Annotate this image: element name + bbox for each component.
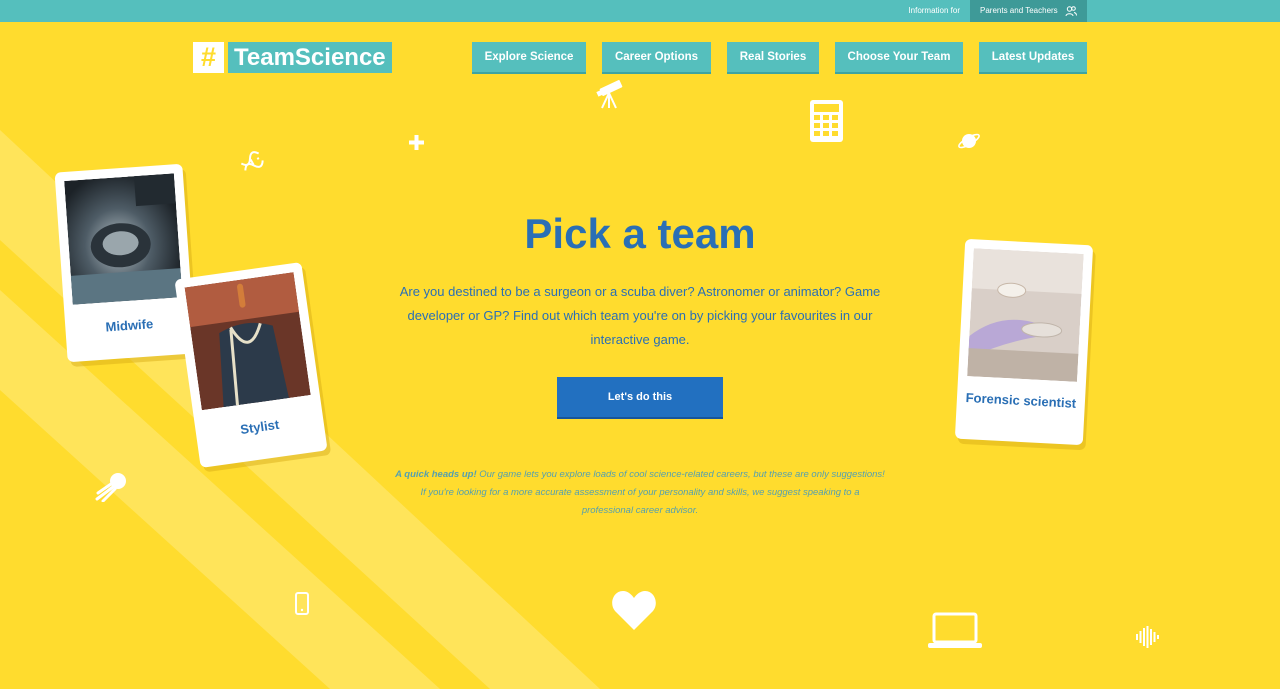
users-icon xyxy=(1065,6,1077,17)
sound-wave-icon xyxy=(1136,626,1159,648)
forensic-scientist-label: Forensic scientist xyxy=(965,390,1077,411)
nav-career-options[interactable]: Career Options xyxy=(602,42,711,74)
planet-icon xyxy=(958,133,980,149)
lets-do-this-button[interactable]: Let's do this xyxy=(557,377,723,419)
nav-choose-your-team[interactable]: Choose Your Team xyxy=(835,42,963,74)
career-card-stylist[interactable]: Stylist xyxy=(174,262,328,468)
parents-teachers-link[interactable]: Parents and Teachers xyxy=(970,0,1087,22)
laptop-icon xyxy=(928,612,982,648)
stylist-label: Stylist xyxy=(239,416,281,438)
telescope-icon xyxy=(596,80,623,109)
logo-wordmark: TeamScience xyxy=(228,42,392,73)
phone-icon xyxy=(295,592,309,615)
logo-hash: # xyxy=(193,42,224,73)
career-card-midwife[interactable]: Midwife xyxy=(54,163,196,363)
heads-up-text: Our game lets you explore loads of cool … xyxy=(420,469,885,516)
parents-teachers-label: Parents and Teachers xyxy=(980,6,1058,15)
plus-icon xyxy=(409,135,424,150)
page-title: Pick a team xyxy=(524,210,756,257)
utility-bar: Information for Parents and Teachers xyxy=(0,0,1280,22)
site-logo[interactable]: # TeamScience xyxy=(193,42,392,73)
information-for-label: Information for xyxy=(908,6,960,15)
heart-icon xyxy=(612,591,656,630)
nav-latest-updates[interactable]: Latest Updates xyxy=(979,42,1087,74)
midwife-label: Midwife xyxy=(105,316,154,335)
stylist-photo xyxy=(184,272,311,411)
nav-real-stories[interactable]: Real Stories xyxy=(727,42,819,74)
intro-text: Are you destined to be a surgeon or a sc… xyxy=(399,284,881,347)
forensic-scientist-photo xyxy=(967,248,1084,382)
heads-up-notice: A quick heads up! Our game lets you expl… xyxy=(395,466,885,520)
comet-icon xyxy=(95,473,126,502)
dna-icon xyxy=(240,151,264,171)
heads-up-lead: A quick heads up! xyxy=(395,469,477,480)
nav-explore-science[interactable]: Explore Science xyxy=(472,42,586,74)
career-card-forensic-scientist[interactable]: Forensic scientist xyxy=(954,238,1094,446)
calculator-icon xyxy=(810,100,843,142)
